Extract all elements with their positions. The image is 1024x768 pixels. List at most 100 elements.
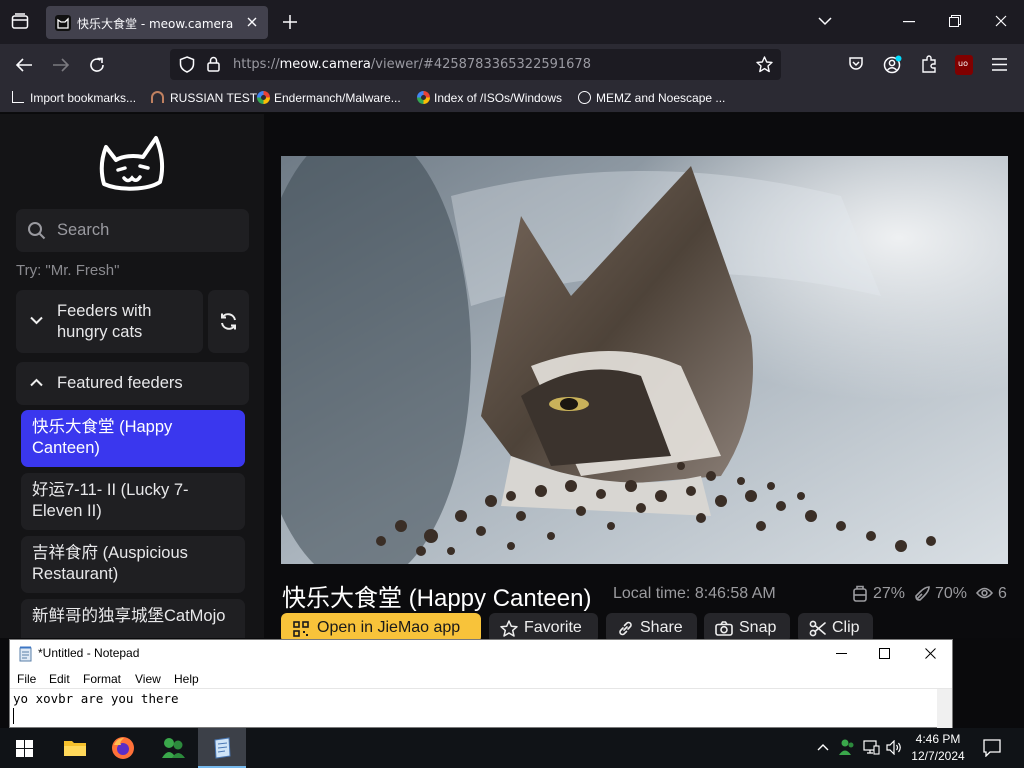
notepad-scrollbar[interactable] xyxy=(937,689,952,728)
search-icon xyxy=(27,221,46,240)
bookmark-endermanch[interactable]: Endermanch/Malware... xyxy=(257,91,401,105)
notepad-text: yo xovbr are you there xyxy=(13,691,179,706)
url-path: /viewer/#4258783365322591678 xyxy=(370,57,591,72)
notepad-menu-file[interactable]: File xyxy=(17,672,36,686)
network-icon[interactable] xyxy=(863,740,880,755)
notepad-close-icon[interactable] xyxy=(925,648,936,659)
bookmark-label: RUSSIAN TEST xyxy=(170,91,258,105)
bookmark-label: Import bookmarks... xyxy=(30,91,137,105)
bookmark-star-icon[interactable] xyxy=(756,56,773,73)
qr-code-icon xyxy=(293,621,309,637)
bookmark-memz[interactable]: MEMZ and Noescape ... xyxy=(578,91,725,105)
viewer-count: 6 xyxy=(998,585,1007,602)
volume-icon[interactable] xyxy=(886,740,903,755)
taskbar: 4:46 PM 12/7/2024 xyxy=(0,728,1024,768)
camera-video[interactable] xyxy=(281,156,1008,564)
text-cursor xyxy=(13,708,14,724)
url-text[interactable]: https://meow.camera/viewer/#425878336532… xyxy=(233,57,591,72)
notepad-window: *Untitled - Notepad File Edit Format Vie… xyxy=(9,639,953,728)
back-icon[interactable] xyxy=(15,57,33,73)
notepad-text-area[interactable]: yo xovbr are you there xyxy=(10,689,937,728)
tab-close-icon[interactable] xyxy=(246,16,258,28)
minimize-icon[interactable] xyxy=(903,21,915,23)
import-icon xyxy=(12,91,24,103)
notepad-menu-edit[interactable]: Edit xyxy=(49,672,70,686)
tab-overflow-chevron-icon[interactable] xyxy=(818,16,832,26)
taskbar-time[interactable]: 4:46 PM xyxy=(908,732,968,746)
scissors-icon xyxy=(809,620,826,637)
tray-people-icon[interactable] xyxy=(838,738,856,756)
reload-icon[interactable] xyxy=(88,56,106,74)
feeder-label: 新鲜哥的独享城堡CatMojo xyxy=(32,607,226,625)
food-level: 27% xyxy=(873,585,906,602)
star-icon xyxy=(500,620,518,637)
refresh-button[interactable] xyxy=(208,290,249,353)
url-domain: meow.camera xyxy=(279,57,371,72)
tracking-shield-icon[interactable] xyxy=(179,56,195,73)
feeder-item-lucky-7-eleven[interactable]: 好运7-11- II (Lucky 7-Eleven II) xyxy=(21,473,245,530)
feeder-item-catmojo[interactable]: 新鲜哥的独享城堡CatMojo xyxy=(21,599,245,638)
taskbar-date[interactable]: 12/7/2024 xyxy=(908,749,968,763)
notepad-maximize-icon[interactable] xyxy=(879,648,890,659)
bookmark-import[interactable]: Import bookmarks... xyxy=(12,91,136,105)
featured-feeders-toggle[interactable]: Featured feeders xyxy=(16,362,249,405)
url-bar[interactable]: https://meow.camera/viewer/#425878336532… xyxy=(170,49,781,80)
bookmarks-bar: Import bookmarks... RUSSIAN TEST Enderma… xyxy=(0,86,1024,113)
notepad-app-icon xyxy=(18,646,34,662)
bookmark-russian-test[interactable]: RUSSIAN TEST xyxy=(151,91,257,105)
search-input[interactable]: Search xyxy=(16,209,249,252)
firefox-icon[interactable] xyxy=(111,736,135,760)
notifications-icon[interactable] xyxy=(983,739,1001,757)
bookmark-isos[interactable]: Index of /ISOs/Windows xyxy=(417,91,562,105)
tray-chevron-up-icon[interactable] xyxy=(817,743,829,751)
local-time: Local time: 8:46:58 AM xyxy=(613,585,776,602)
battery-level: 70% xyxy=(935,585,968,602)
close-window-icon[interactable] xyxy=(995,15,1007,27)
notepad-menu-format[interactable]: Format xyxy=(83,672,121,686)
cat-logo[interactable] xyxy=(98,132,168,192)
notepad-minimize-icon[interactable] xyxy=(836,653,847,655)
google-icon xyxy=(417,91,430,104)
pocket-icon[interactable] xyxy=(848,56,864,72)
url-prefix: https:// xyxy=(233,57,280,72)
bookmark-label: Index of /ISOs/Windows xyxy=(434,91,563,105)
eye-viewers-icon xyxy=(976,587,993,599)
tab-active[interactable]: 快乐大食堂 - meow.camera xyxy=(46,6,268,39)
windows-start-icon[interactable] xyxy=(16,740,33,757)
chevron-down-icon xyxy=(30,316,43,325)
notepad-taskbar-button[interactable] xyxy=(198,728,246,768)
browser-tab-bar: 快乐大食堂 - meow.camera xyxy=(0,0,1024,44)
feeder-item-auspicious-restaurant[interactable]: 吉祥食府 (Auspicious Restaurant) xyxy=(21,536,245,593)
account-icon[interactable] xyxy=(883,55,902,74)
camera-icon xyxy=(715,621,733,636)
hungry-feeders-toggle[interactable]: Feeders with hungry cats xyxy=(16,290,203,353)
featured-label: Featured feeders xyxy=(57,374,183,392)
bookmark-label: Endermanch/Malware... xyxy=(274,91,401,105)
google-icon xyxy=(257,91,270,104)
link-icon xyxy=(617,620,634,637)
snap-label: Snap xyxy=(739,619,777,636)
feeder-label: 快乐大食堂 (Happy Canteen) xyxy=(32,418,173,457)
notepad-menu-view[interactable]: View xyxy=(135,672,161,686)
lock-icon[interactable] xyxy=(207,56,220,72)
bookmark-label: MEMZ and Noescape ... xyxy=(596,91,726,105)
file-explorer-icon[interactable] xyxy=(63,738,87,758)
battery-rocket-icon xyxy=(914,585,931,602)
notepad-menu-help[interactable]: Help xyxy=(174,672,199,686)
headphones-icon xyxy=(151,91,164,103)
forward-icon[interactable] xyxy=(52,57,70,73)
feeder-title: 快乐大食堂 (Happy Canteen) xyxy=(282,585,592,612)
feeder-item-happy-canteen[interactable]: 快乐大食堂 (Happy Canteen) xyxy=(21,410,245,467)
new-tab-icon[interactable] xyxy=(282,14,298,30)
search-hint: Try: "Mr. Fresh" xyxy=(16,262,120,279)
tab-title: 快乐大食堂 - meow.camera xyxy=(77,17,234,31)
favorite-label: Favorite xyxy=(524,619,582,636)
tab-list-icon[interactable] xyxy=(11,13,29,30)
ublock-icon[interactable]: uo xyxy=(955,55,973,75)
chevron-up-icon xyxy=(30,378,43,387)
messenger-icon[interactable] xyxy=(160,736,186,760)
menu-hamburger-icon[interactable] xyxy=(992,58,1007,71)
extensions-icon[interactable] xyxy=(920,55,938,73)
search-placeholder: Search xyxy=(57,221,110,239)
restore-icon[interactable] xyxy=(949,15,961,27)
